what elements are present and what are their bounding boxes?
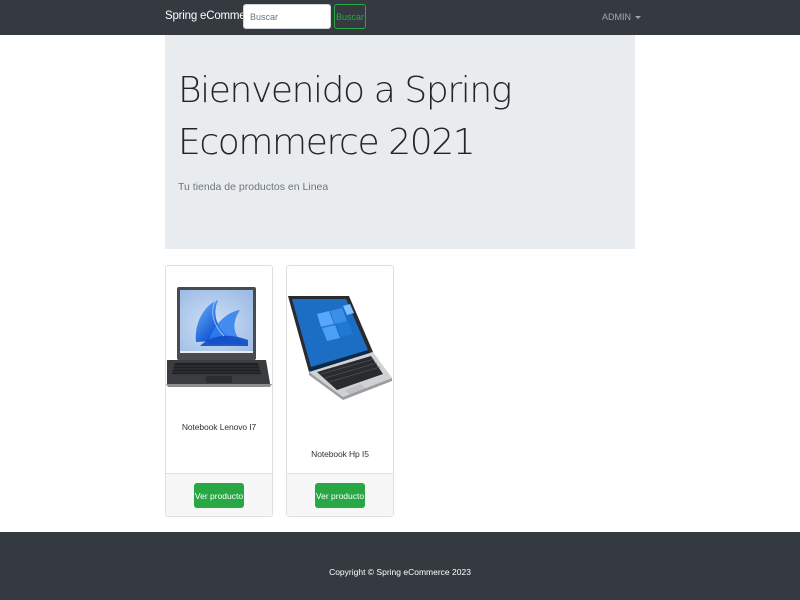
admin-dropdown[interactable]: ADMIN bbox=[602, 12, 641, 22]
laptop-lenovo-image[interactable] bbox=[166, 266, 272, 396]
laptop-hp-image[interactable] bbox=[287, 266, 393, 406]
jumbotron: Bienvenido a Spring Ecommerce 2021 Tu ti… bbox=[165, 35, 635, 249]
product-card: Notebook Lenovo I7 Ver producto bbox=[165, 265, 273, 517]
search-input[interactable] bbox=[243, 4, 331, 29]
caret-down-icon bbox=[635, 15, 641, 19]
navbar: Spring eCommerce Buscar ADMIN bbox=[0, 0, 800, 35]
page-title: Bienvenido a Spring Ecommerce 2021 bbox=[178, 70, 512, 163]
product-name: Notebook Hp I5 bbox=[311, 449, 369, 459]
admin-dropdown-label: ADMIN bbox=[602, 12, 631, 22]
product-card: Notebook Hp I5 Ver producto bbox=[286, 265, 394, 517]
card-footer: Ver producto bbox=[287, 473, 393, 516]
view-product-button[interactable]: Ver producto bbox=[194, 483, 244, 508]
product-name: Notebook Lenovo I7 bbox=[181, 422, 257, 432]
search-button[interactable]: Buscar bbox=[334, 4, 366, 29]
copyright-text: Copyright © Spring eCommerce 2023 bbox=[329, 567, 471, 577]
page-subtitle: Tu tienda de productos en Linea bbox=[178, 181, 329, 193]
card-footer: Ver producto bbox=[166, 473, 272, 516]
view-product-button[interactable]: Ver producto bbox=[315, 483, 365, 508]
footer: Copyright © Spring eCommerce 2023 bbox=[0, 532, 800, 600]
